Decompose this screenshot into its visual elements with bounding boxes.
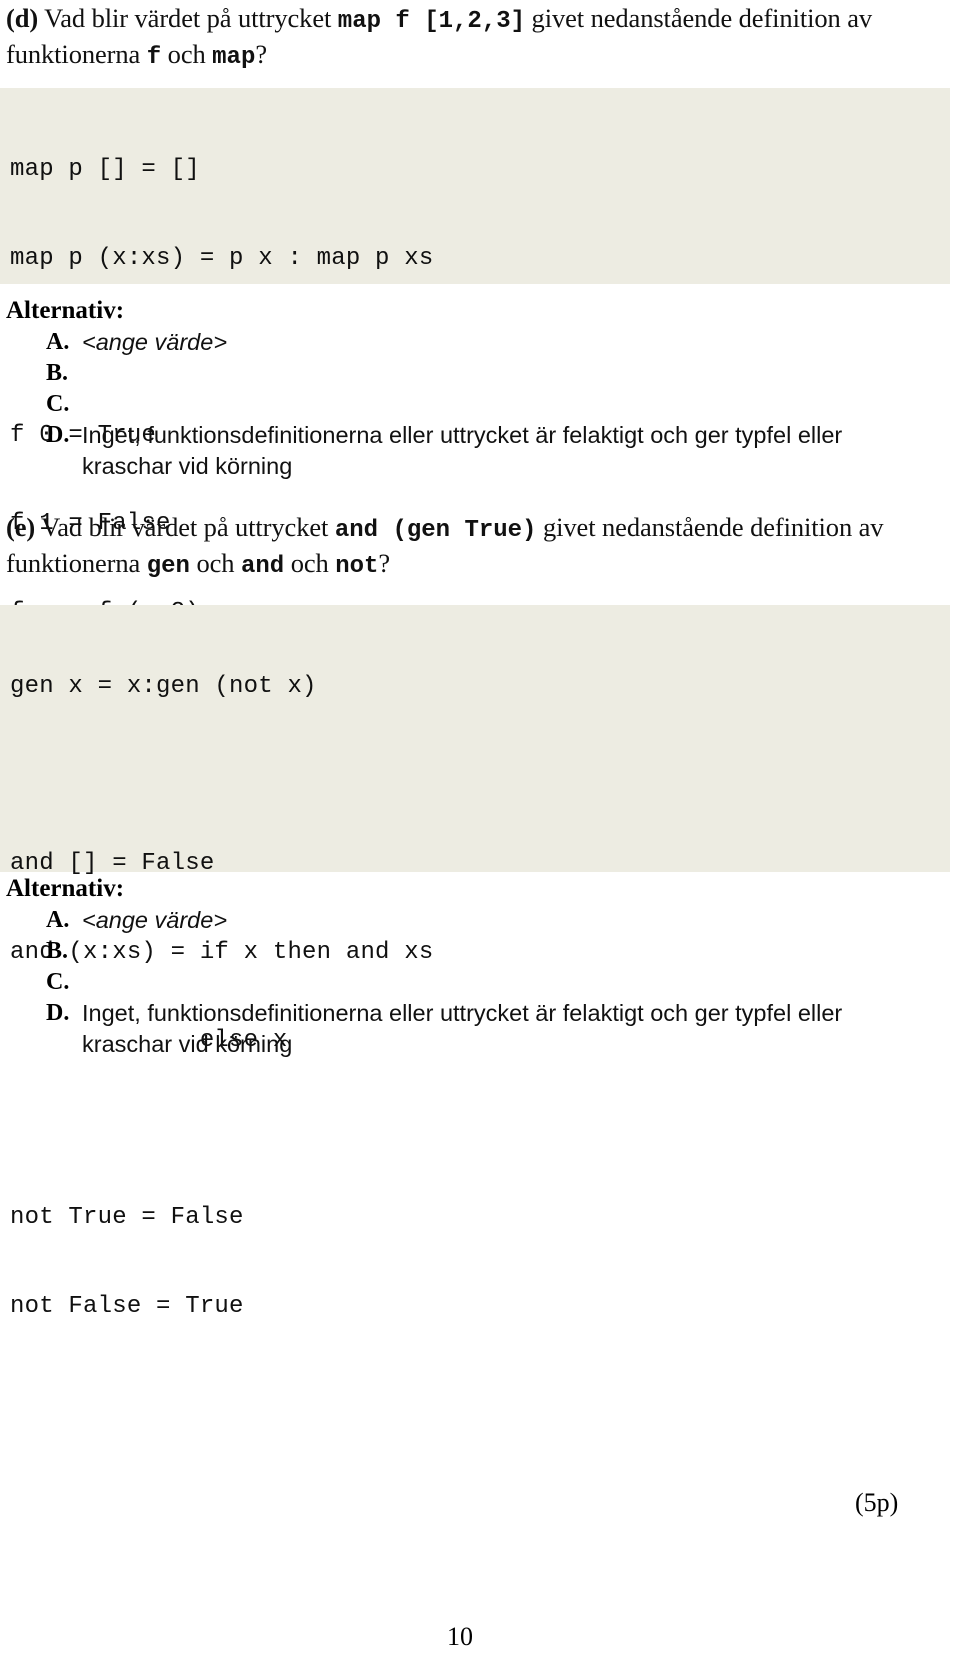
question-e-text-1: Vad blir värdet på uttrycket [35, 512, 335, 542]
question-e-fn-gen: gen [146, 553, 190, 580]
option-letter: D. [46, 1000, 70, 1026]
option-letter: B. [46, 938, 69, 964]
option-text: Inget, funktionsdefinitionerna eller utt… [82, 1000, 843, 1057]
option-letter: A. [46, 329, 70, 355]
option-letter: C. [46, 391, 70, 417]
question-d-code-block: map p [] = [] map p (x:xs) = p x : map p… [0, 88, 950, 626]
option-text: <ange värde> [82, 907, 228, 933]
code-line: not True = False [10, 1204, 244, 1231]
question-e-fn-and: and [240, 553, 285, 580]
question-e-text-3: och [189, 548, 241, 578]
option-letter: C. [46, 969, 70, 995]
alternatives-title: Alternativ: [6, 875, 125, 902]
alternative-option-b[interactable]: B. [6, 358, 906, 389]
code-line: not False = True [10, 1292, 244, 1320]
exam-page: (d) Vad blir värdet på uttrycket map f [… [0, 0, 960, 1661]
option-letter: A. [46, 907, 70, 933]
question-d-fn-map: map [212, 44, 256, 71]
question-e-prompt: (e) Vad blir värdet på uttrycket and (ge… [6, 511, 906, 583]
question-d-fn-f: f [146, 44, 162, 71]
option-text: Inget, funktionsdefinitionerna eller utt… [82, 422, 843, 479]
alternative-option-c[interactable]: C. [6, 967, 906, 998]
question-d-alternatives: Alternativ: A. <ange värde> B. C. D. Ing… [6, 296, 906, 482]
option-letter: B. [46, 360, 69, 386]
question-e-alternatives: Alternativ: A. <ange värde> B. C. D. Ing… [6, 874, 906, 1060]
alternative-option-a[interactable]: A. <ange värde> [6, 327, 906, 358]
alternatives-title: Alternativ: [6, 297, 125, 324]
alternative-option-d[interactable]: D. Inget, funktionsdefinitionerna eller … [6, 420, 906, 482]
option-letter: D. [46, 422, 70, 448]
question-d-text-1: Vad blir värdet på uttrycket [38, 3, 338, 33]
question-e-text-5: ? [378, 548, 391, 578]
code-line: map p [] = [] [10, 156, 200, 183]
option-text: <ange värde> [82, 329, 228, 355]
question-e-expr: and (gen True) [334, 517, 537, 544]
question-e-code-block: gen x = x:gen (not x) and [] = False and… [0, 605, 950, 1320]
code-line: gen x = x:gen (not x) [10, 673, 317, 700]
alternative-option-c[interactable]: C. [6, 389, 906, 420]
alternative-option-d[interactable]: D. Inget, funktionsdefinitionerna eller … [6, 998, 906, 1060]
question-d-text-3: och [161, 39, 213, 69]
question-e-label: (e) [6, 512, 36, 542]
question-d-prompt: (d) Vad blir värdet på uttrycket map f [… [6, 2, 906, 74]
question-d-text-4: ? [255, 39, 268, 69]
question-e-text-4: och [284, 548, 336, 578]
points-marker: (5p) [855, 1488, 899, 1517]
alternative-option-b[interactable]: B. [6, 936, 906, 967]
question-d-expr: map f [1,2,3] [337, 8, 526, 35]
code-line: map p (x:xs) = p x : map p xs [10, 244, 434, 272]
question-e-fn-not: not [335, 553, 379, 580]
question-d-label: (d) [6, 3, 39, 33]
page-number: 10 [447, 1622, 473, 1651]
alternative-option-a[interactable]: A. <ange värde> [6, 905, 906, 936]
